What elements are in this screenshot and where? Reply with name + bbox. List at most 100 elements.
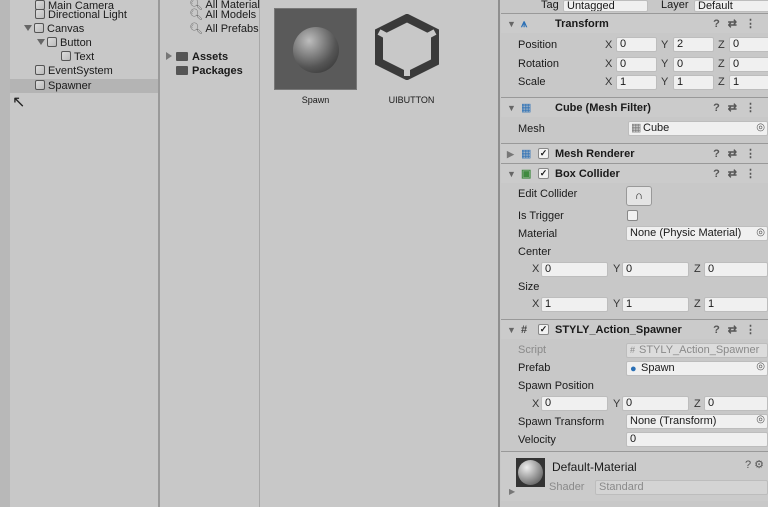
center-x-field[interactable]: 0	[541, 262, 608, 277]
object-picker-icon[interactable]: ◎	[756, 361, 765, 372]
asset-grid: Spawn UIBUTTON	[260, 0, 500, 507]
enabled-checkbox[interactable]: ✓	[538, 324, 549, 335]
center-z-field[interactable]: 0	[704, 262, 768, 277]
tag-dropdown[interactable]: Untagged	[563, 0, 648, 12]
hierarchy-item-text[interactable]: Text	[61, 50, 94, 64]
spawn-position-z-field[interactable]: 0	[704, 396, 768, 411]
layer-dropdown[interactable]: Default	[694, 0, 768, 12]
box-collider-header[interactable]: ▼ ▣ ✓ Box Collider ?⇄⋮	[501, 163, 768, 183]
script-file-icon: #	[630, 345, 636, 355]
layer-label: Layer	[661, 0, 689, 11]
expand-arrow-icon[interactable]: ▶	[509, 487, 515, 496]
scale-z-field[interactable]: 1	[729, 75, 768, 90]
asset-spawn-thumbnail[interactable]	[274, 8, 357, 90]
search-all-prefabs[interactable]: 🔍︎ All Prefabs	[189, 22, 259, 36]
prefab-field[interactable]: ● Spawn	[626, 361, 768, 376]
rotation-y-field[interactable]: 0	[673, 57, 714, 72]
position-x-field[interactable]: 0	[616, 37, 657, 52]
scale-y-field[interactable]: 1	[673, 75, 714, 90]
mesh-filter-header[interactable]: ▼ ▦ Cube (Mesh Filter) ?⇄⋮	[501, 97, 768, 117]
rotation-z-field[interactable]: 0	[729, 57, 768, 72]
mesh-value: Cube	[643, 122, 670, 134]
scale-label: Scale	[518, 76, 546, 88]
material-name: Default-Material	[552, 460, 637, 474]
mesh-renderer-header[interactable]: ▶ ▦ ✓ Mesh Renderer ?⇄⋮	[501, 143, 768, 163]
material-preview	[516, 458, 545, 487]
collapse-arrow-icon[interactable]: ▼	[507, 164, 516, 184]
expand-arrow-icon[interactable]: ▶	[507, 144, 514, 164]
hierarchy-item-directional-light[interactable]: Directional Light	[35, 8, 127, 22]
box-collider-icon: ▣	[521, 168, 532, 180]
center-label: Center	[518, 246, 552, 258]
axis-label: Z	[694, 398, 701, 410]
shader-label: Shader	[549, 481, 585, 493]
folder-packages[interactable]: Packages	[176, 64, 243, 78]
material-label: Material	[518, 228, 558, 240]
folder-assets[interactable]: Assets	[166, 50, 228, 64]
asset-spawn-label[interactable]: Spawn	[274, 95, 357, 105]
component-actions[interactable]: ?⇄⋮	[713, 14, 764, 34]
hierarchy-item-spawner[interactable]: Spawner	[10, 79, 158, 93]
hierarchy-item-eventsystem[interactable]: EventSystem	[35, 64, 113, 78]
rotation-x-field[interactable]: 0	[616, 57, 657, 72]
hierarchy-item-canvas[interactable]: Canvas	[24, 22, 84, 36]
transform-header[interactable]: ▼ ⩚ Transform ?⇄⋮	[501, 13, 768, 33]
gameobject-icon	[35, 9, 45, 19]
search-all-models[interactable]: 🔍︎ All Models	[189, 8, 256, 22]
component-title: Cube (Mesh Filter)	[555, 102, 651, 114]
size-x-field[interactable]: 1	[541, 297, 608, 312]
scale-x-field[interactable]: 1	[616, 75, 657, 90]
collapse-arrow-icon[interactable]: ▼	[507, 98, 516, 118]
edit-collider-button[interactable]: ∩	[626, 186, 652, 206]
axis-label: X	[532, 298, 540, 310]
collapse-arrow-icon[interactable]: ▼	[507, 320, 516, 340]
rotation-label: Rotation	[518, 58, 559, 70]
expand-arrow-icon[interactable]	[166, 52, 172, 60]
script-field: # STYLY_Action_Spawner	[626, 343, 768, 358]
object-picker-icon[interactable]: ◎	[756, 414, 765, 425]
asset-uibutton-label[interactable]: UIBUTTON	[370, 95, 453, 105]
position-z-field[interactable]: 0	[729, 37, 768, 52]
mesh-field[interactable]: ▦ Cube	[628, 121, 768, 136]
edit-collider-icon: ∩	[635, 190, 643, 202]
mouse-cursor-icon: ↖	[12, 94, 26, 111]
enabled-checkbox[interactable]: ✓	[538, 168, 549, 179]
component-actions[interactable]: ?⇄⋮	[713, 164, 764, 184]
component-actions[interactable]: ?⇄⋮	[713, 98, 764, 118]
spawn-transform-field[interactable]: None (Transform)	[626, 414, 768, 429]
unity-prefab-icon[interactable]	[375, 14, 439, 80]
transform-icon: ⩚	[521, 18, 528, 30]
inspector-panel: Tag Untagged Layer Default ▼ ⩚ Transform…	[501, 0, 768, 507]
shader-dropdown[interactable]: Standard	[595, 480, 768, 495]
component-actions[interactable]: ?⇄⋮	[713, 320, 764, 340]
hierarchy-item-button[interactable]: Button	[37, 36, 92, 50]
mesh-label: Mesh	[518, 123, 545, 135]
axis-label: Y	[661, 58, 669, 70]
axis-label: X	[532, 263, 540, 275]
position-y-field[interactable]: 2	[673, 37, 714, 52]
hierarchy-panel: Main Camera Directional Light Canvas But…	[0, 0, 160, 507]
spawn-position-x-field[interactable]: 0	[541, 396, 608, 411]
item-label: All Models	[205, 9, 257, 21]
sphere-preview-icon	[293, 27, 339, 73]
size-y-field[interactable]: 1	[622, 297, 689, 312]
velocity-field[interactable]: 0	[626, 432, 768, 447]
object-picker-icon[interactable]: ◎	[756, 227, 765, 238]
item-label: EventSystem	[48, 65, 113, 77]
object-picker-icon[interactable]: ◎	[756, 122, 765, 133]
component-actions[interactable]: ?⇄⋮	[713, 144, 764, 164]
spawner-header[interactable]: ▼ # ✓ STYLY_Action_Spawner ?⇄⋮	[501, 319, 768, 339]
component-title: Mesh Renderer	[555, 148, 635, 160]
prefab-icon: ●	[630, 363, 637, 375]
enabled-checkbox[interactable]: ✓	[538, 148, 549, 159]
center-y-field[interactable]: 0	[622, 262, 689, 277]
expand-arrow-icon[interactable]	[37, 39, 45, 45]
material-actions[interactable]: ? ⚙	[745, 458, 764, 471]
physic-material-field[interactable]: None (Physic Material)	[626, 226, 768, 241]
edit-collider-label: Edit Collider	[518, 188, 578, 200]
collapse-arrow-icon[interactable]: ▼	[507, 14, 516, 34]
size-z-field[interactable]: 1	[704, 297, 768, 312]
spawn-position-y-field[interactable]: 0	[622, 396, 689, 411]
is-trigger-checkbox[interactable]	[627, 210, 638, 221]
expand-arrow-icon[interactable]	[24, 25, 32, 31]
